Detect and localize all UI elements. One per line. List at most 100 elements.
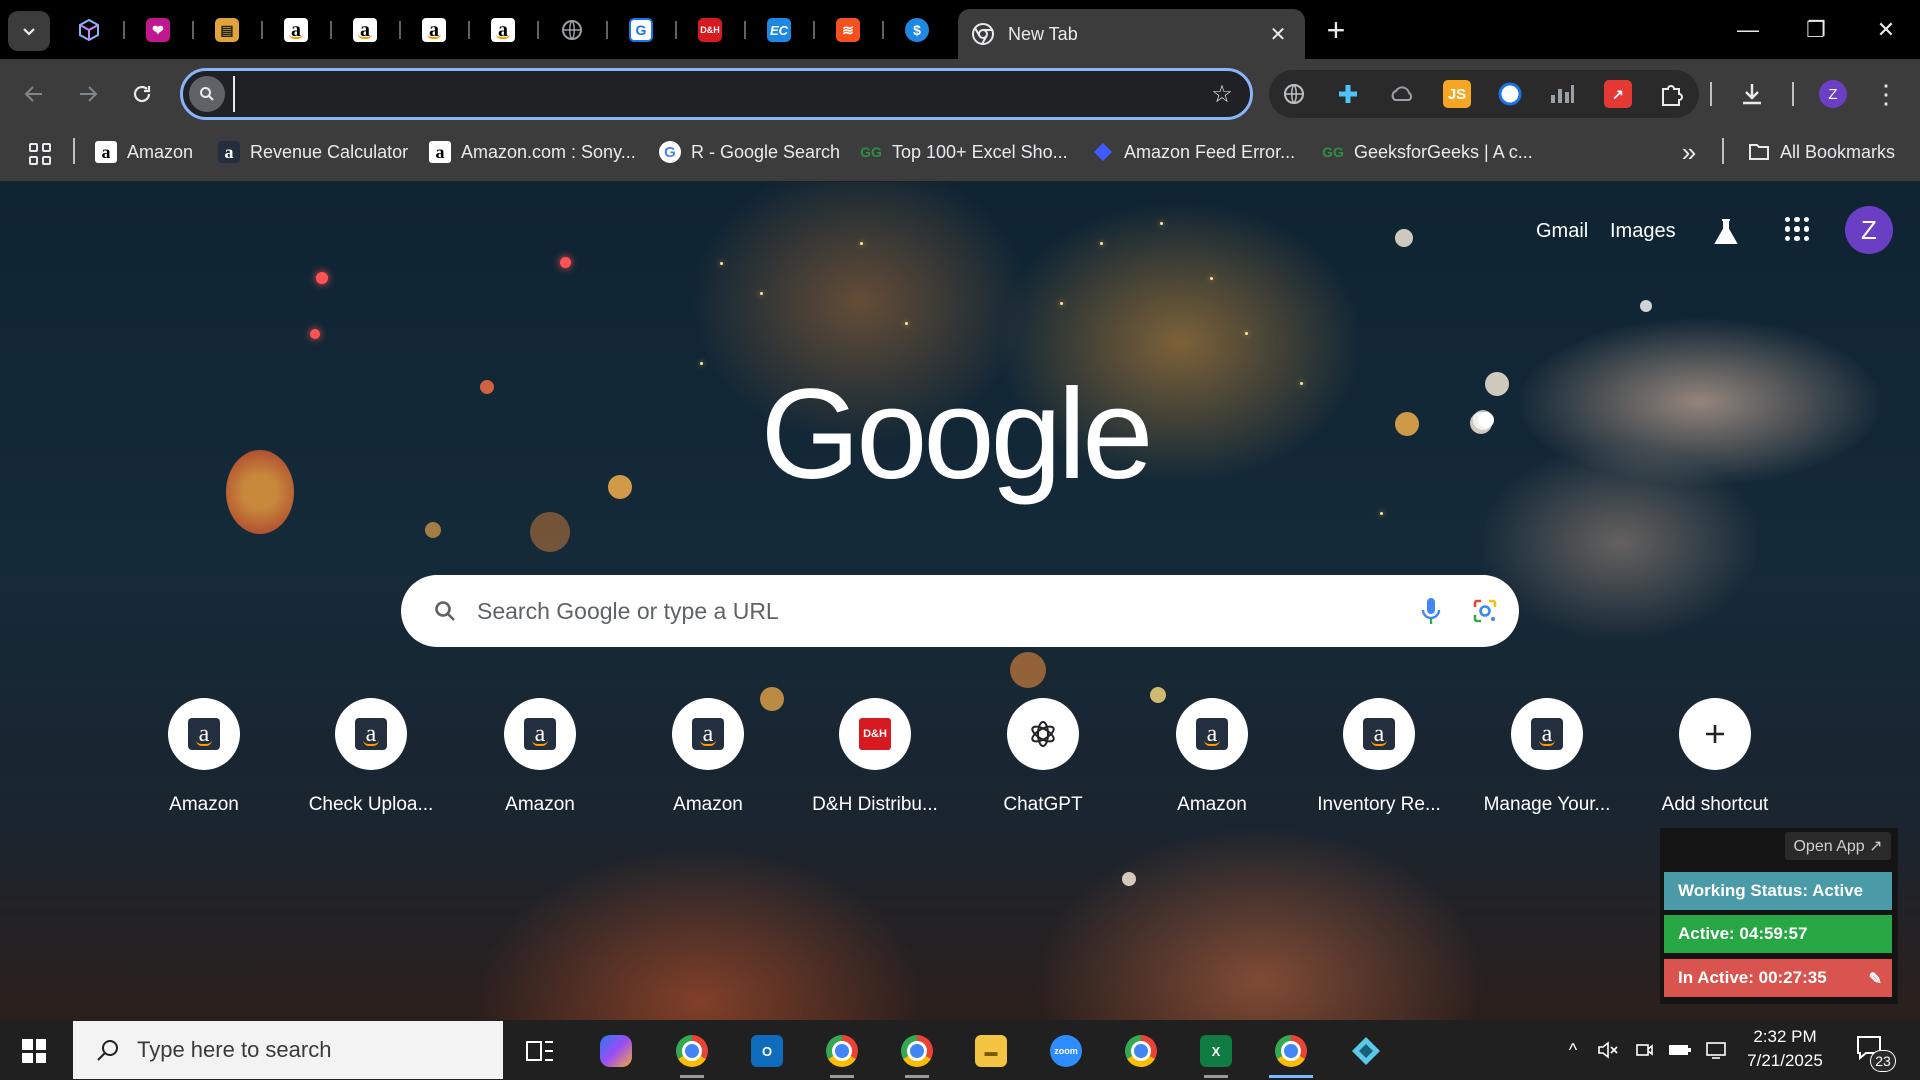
close-tab-icon[interactable]: ✕ bbox=[1265, 21, 1291, 47]
shortcut-label: Amazon bbox=[169, 794, 239, 815]
apps-grid-icon[interactable] bbox=[24, 138, 56, 170]
account-avatar[interactable]: Z bbox=[1845, 206, 1893, 254]
search-icon bbox=[189, 76, 225, 112]
chevron-up-icon[interactable]: ^ bbox=[1560, 1034, 1586, 1066]
spark bbox=[905, 322, 908, 325]
bokeh-light bbox=[316, 272, 328, 284]
windows-start-icon[interactable] bbox=[16, 1033, 52, 1069]
chrome-taskbar-icon[interactable] bbox=[1111, 1028, 1171, 1074]
zoom-icon[interactable]: zoom bbox=[1036, 1028, 1096, 1074]
bookmark-star-icon[interactable]: ☆ bbox=[1202, 74, 1242, 114]
google-apps-icon[interactable] bbox=[1782, 214, 1812, 244]
address-input[interactable] bbox=[233, 76, 1202, 112]
meet-now-icon[interactable] bbox=[1630, 1034, 1658, 1066]
download-icon[interactable] bbox=[1738, 80, 1766, 108]
shortcut-tile[interactable]: a Inventory Re... bbox=[1304, 698, 1454, 828]
shortcut-tile[interactable]: a Manage Your... bbox=[1472, 698, 1622, 828]
gmail-link[interactable]: Gmail bbox=[1536, 214, 1588, 248]
pinned-tab[interactable]: EC bbox=[757, 12, 801, 48]
bookmark-item[interactable]: GG GeeksforGeeks | A c... bbox=[1322, 136, 1533, 168]
menu-kebab-icon[interactable]: ⋮ bbox=[1873, 74, 1899, 114]
images-link[interactable]: Images bbox=[1610, 214, 1676, 248]
chrome-taskbar-icon[interactable] bbox=[887, 1028, 947, 1078]
pinned-tab[interactable] bbox=[67, 12, 111, 48]
puzzle-blue-extension-icon[interactable] bbox=[1334, 80, 1362, 108]
bookmark-item[interactable]: GG Top 100+ Excel Sho... bbox=[860, 136, 1068, 168]
pinned-tab[interactable]: $ bbox=[895, 12, 939, 48]
shortcut-tile[interactable]: a Amazon bbox=[465, 698, 615, 828]
network-icon[interactable] bbox=[1702, 1034, 1730, 1066]
pinned-tab[interactable] bbox=[550, 12, 594, 48]
all-bookmarks-button[interactable]: All Bookmarks bbox=[1748, 136, 1895, 168]
bookmark-item[interactable]: a Amazon.com : Sony... bbox=[429, 136, 636, 168]
copilot-icon[interactable] bbox=[586, 1028, 646, 1074]
shortcut-tile[interactable]: a Check Uploa... bbox=[296, 698, 446, 828]
add-shortcut-tile[interactable]: Add shortcut bbox=[1640, 698, 1790, 828]
google-search-input[interactable] bbox=[477, 591, 1411, 631]
restore-button[interactable]: ❐ bbox=[1782, 0, 1850, 59]
pinned-tab[interactable]: D&H bbox=[688, 12, 732, 48]
forward-button[interactable] bbox=[68, 74, 108, 114]
file-explorer-icon[interactable]: ▬ bbox=[961, 1028, 1021, 1074]
chrome-taskbar-icon[interactable] bbox=[812, 1028, 872, 1078]
bookmark-item[interactable]: a Amazon bbox=[95, 136, 193, 168]
shortcut-tile[interactable]: a Amazon bbox=[633, 698, 783, 828]
minimize-button[interactable]: — bbox=[1714, 0, 1782, 59]
bookmark-item[interactable]: a Revenue Calculator bbox=[218, 136, 408, 168]
bokeh-light bbox=[310, 329, 320, 339]
globe-icon bbox=[560, 18, 584, 42]
taskbar-search-input[interactable] bbox=[137, 1037, 497, 1063]
open-app-button[interactable]: Open App ↗ bbox=[1785, 832, 1891, 860]
system-clock[interactable]: 2:32 PM 7/21/2025 bbox=[1740, 1025, 1830, 1075]
shortcut-tile[interactable]: a Amazon bbox=[1137, 698, 1287, 828]
circle-extension-icon[interactable] bbox=[1496, 80, 1524, 108]
labs-flask-icon[interactable] bbox=[1708, 214, 1744, 250]
pinned-tab[interactable]: a bbox=[412, 12, 456, 48]
battery-icon[interactable] bbox=[1666, 1034, 1694, 1066]
profile-avatar[interactable]: Z bbox=[1819, 80, 1847, 108]
pinned-tab[interactable]: ▤ bbox=[205, 12, 249, 48]
taskbar-search[interactable] bbox=[73, 1021, 503, 1079]
chrome-taskbar-icon[interactable] bbox=[1261, 1028, 1321, 1078]
arrow-extension-icon[interactable]: ↗ bbox=[1604, 80, 1632, 108]
close-window-button[interactable]: ✕ bbox=[1852, 0, 1920, 59]
google-lens-icon[interactable] bbox=[1465, 591, 1505, 631]
excel-icon[interactable]: X bbox=[1186, 1028, 1246, 1078]
outlook-icon[interactable]: O bbox=[737, 1028, 797, 1074]
bookmark-item[interactable]: Amazon Feed Error... bbox=[1092, 136, 1295, 168]
chart-extension-icon[interactable] bbox=[1548, 80, 1576, 108]
diamond-app-icon[interactable] bbox=[1336, 1028, 1396, 1074]
shortcut-icon: a bbox=[335, 698, 407, 770]
shortcut-tile[interactable]: ChatGPT bbox=[968, 698, 1118, 828]
shortcut-tile[interactable]: D&H D&H Distribu... bbox=[800, 698, 950, 828]
pinned-tab[interactable]: G bbox=[619, 12, 663, 48]
ec-icon: EC bbox=[767, 18, 791, 42]
google-search-box[interactable] bbox=[401, 575, 1519, 647]
more-bookmarks-button[interactable]: » bbox=[1674, 136, 1704, 168]
tab-new-tab[interactable]: New Tab ✕ bbox=[958, 9, 1305, 59]
pinned-tab[interactable]: ❤ bbox=[136, 12, 180, 48]
new-tab-button[interactable]: + bbox=[1316, 12, 1356, 48]
mute-speaker-icon[interactable] bbox=[1594, 1034, 1622, 1066]
shortcut-tile[interactable]: a Amazon bbox=[129, 698, 279, 828]
bookmark-item[interactable]: G R - Google Search bbox=[659, 136, 840, 168]
address-bar[interactable]: ☆ bbox=[180, 68, 1253, 120]
pinned-tab[interactable]: a bbox=[343, 12, 387, 48]
google-icon: G bbox=[659, 141, 681, 163]
pinned-tab[interactable]: a bbox=[274, 12, 318, 48]
back-button[interactable] bbox=[14, 74, 54, 114]
extensions-puzzle-icon[interactable] bbox=[1658, 80, 1686, 108]
reload-button[interactable] bbox=[122, 74, 162, 114]
pinned-tab[interactable]: ≋ bbox=[826, 12, 870, 48]
pencil-icon[interactable]: ✎ bbox=[1869, 969, 1882, 989]
globe-extension-icon[interactable] bbox=[1280, 80, 1308, 108]
plus-icon bbox=[1706, 725, 1724, 743]
chrome-taskbar-icon[interactable] bbox=[662, 1028, 722, 1078]
spark bbox=[1245, 332, 1248, 335]
tab-search-button[interactable] bbox=[8, 11, 50, 51]
js-extension-icon[interactable]: JS bbox=[1443, 80, 1471, 108]
task-view-icon[interactable] bbox=[510, 1028, 570, 1074]
microphone-icon[interactable] bbox=[1411, 591, 1451, 631]
cloud-extension-icon[interactable] bbox=[1388, 80, 1416, 108]
pinned-tab[interactable]: a bbox=[481, 12, 525, 48]
